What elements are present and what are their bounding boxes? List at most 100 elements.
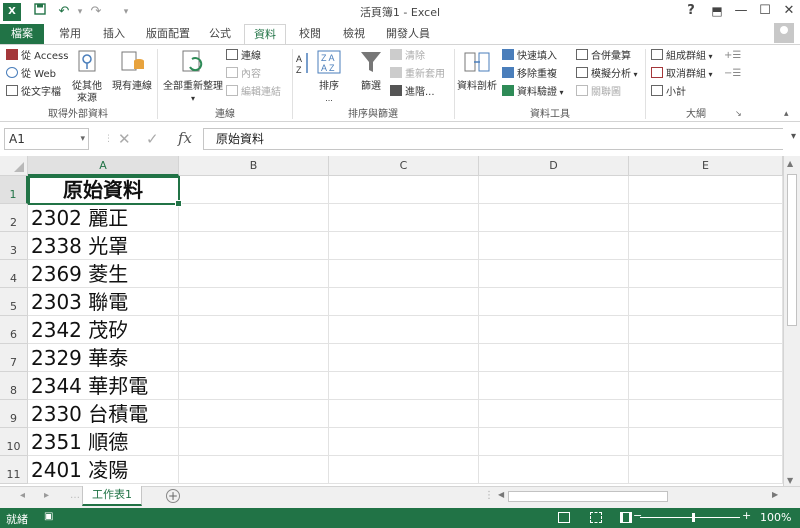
- tab-view[interactable]: 檢視: [334, 24, 374, 44]
- cell[interactable]: 2329 華泰: [28, 344, 179, 372]
- enter-entry-icon[interactable]: ✓: [146, 130, 159, 148]
- tab-home[interactable]: 常用: [50, 24, 90, 44]
- tab-review[interactable]: 校閱: [290, 24, 330, 44]
- horizontal-scroll-thumb[interactable]: [508, 491, 668, 502]
- reapply-button[interactable]: 重新套用: [390, 67, 445, 82]
- cell[interactable]: 2369 菱生: [28, 260, 179, 288]
- cell[interactable]: [479, 344, 629, 372]
- sort-button[interactable]: Z AA Z 排序 ...: [314, 49, 344, 105]
- select-all-button[interactable]: [0, 156, 28, 176]
- from-other-sources-button[interactable]: 從其他 來源: [70, 49, 104, 105]
- hide-detail-button[interactable]: −☰: [724, 67, 741, 81]
- cell[interactable]: [479, 288, 629, 316]
- row-header[interactable]: 2: [0, 204, 28, 232]
- cell[interactable]: [629, 316, 783, 344]
- remove-duplicates-button[interactable]: 移除重複: [502, 67, 557, 82]
- advanced-filter-button[interactable]: 進階...: [390, 85, 435, 100]
- vertical-scrollbar[interactable]: ▲ ▼: [783, 156, 800, 486]
- cell[interactable]: 2401 凌陽: [28, 456, 179, 484]
- cell[interactable]: [629, 288, 783, 316]
- cell[interactable]: [329, 204, 479, 232]
- cell[interactable]: [479, 400, 629, 428]
- tab-split-handle-icon[interactable]: ⋮: [484, 490, 494, 501]
- cell[interactable]: [179, 204, 329, 232]
- cell[interactable]: [179, 260, 329, 288]
- cell[interactable]: 2351 順德: [28, 428, 179, 456]
- consolidate-button[interactable]: 合併彙算: [576, 49, 631, 64]
- cell[interactable]: [479, 372, 629, 400]
- cell[interactable]: [479, 176, 629, 204]
- cancel-entry-icon[interactable]: ✕: [118, 130, 131, 148]
- tab-page-layout[interactable]: 版面配置: [140, 24, 196, 44]
- cell[interactable]: [179, 232, 329, 260]
- row-header[interactable]: 4: [0, 260, 28, 288]
- cell[interactable]: [329, 232, 479, 260]
- cell[interactable]: 2302 麗正: [28, 204, 179, 232]
- cell[interactable]: [629, 204, 783, 232]
- outline-dialog-launcher-icon[interactable]: ↘: [735, 107, 742, 121]
- from-text-button[interactable]: 從文字檔: [6, 85, 61, 100]
- cell[interactable]: [629, 372, 783, 400]
- cell[interactable]: [629, 176, 783, 204]
- zoom-slider-thumb[interactable]: [692, 513, 695, 522]
- row-header[interactable]: 10: [0, 428, 28, 456]
- show-detail-button[interactable]: +☰: [724, 49, 741, 63]
- cell[interactable]: [179, 176, 329, 204]
- sort-a-to-z-button[interactable]: AZ: [294, 51, 312, 89]
- row-header[interactable]: 6: [0, 316, 28, 344]
- add-sheet-button[interactable]: +: [166, 489, 180, 503]
- cell[interactable]: [329, 316, 479, 344]
- close-button[interactable]: ✕: [778, 2, 800, 20]
- row-header[interactable]: 7: [0, 344, 28, 372]
- cell[interactable]: [179, 372, 329, 400]
- cell[interactable]: [329, 456, 479, 484]
- column-header[interactable]: B: [179, 156, 329, 176]
- refresh-all-button[interactable]: 全部重新整理 ▾: [162, 49, 224, 105]
- cell[interactable]: [329, 176, 479, 204]
- zoom-slider[interactable]: [640, 517, 740, 518]
- page-layout-view-icon[interactable]: [590, 512, 602, 523]
- cell[interactable]: 2330 台積電: [28, 400, 179, 428]
- cell[interactable]: [629, 232, 783, 260]
- ribbon-display-options-button[interactable]: ⬒: [706, 2, 728, 20]
- row-header[interactable]: 1: [0, 176, 28, 204]
- text-to-columns-button[interactable]: 資料剖析: [456, 49, 498, 93]
- collapse-ribbon-icon[interactable]: ▴: [784, 107, 789, 121]
- relationships-button[interactable]: 關聯圖: [576, 85, 621, 100]
- expand-formula-bar-icon[interactable]: ▾: [791, 131, 796, 142]
- tab-developer[interactable]: 開發人員: [380, 24, 436, 44]
- tab-data[interactable]: 資料: [244, 24, 286, 44]
- macro-record-icon[interactable]: ▣: [44, 511, 53, 522]
- row-header[interactable]: 9: [0, 400, 28, 428]
- column-header[interactable]: C: [329, 156, 479, 176]
- next-sheet-icon[interactable]: ▸: [44, 490, 49, 501]
- cell[interactable]: [179, 428, 329, 456]
- cell[interactable]: [479, 204, 629, 232]
- from-access-button[interactable]: 從 Access: [6, 49, 68, 64]
- cell[interactable]: [629, 456, 783, 484]
- cell[interactable]: [179, 400, 329, 428]
- cell[interactable]: [329, 260, 479, 288]
- cell[interactable]: [479, 428, 629, 456]
- horizontal-scrollbar[interactable]: ◀ ▶: [496, 490, 782, 504]
- maximize-button[interactable]: ☐: [754, 2, 776, 20]
- cell[interactable]: [179, 456, 329, 484]
- data-validation-button[interactable]: 資料驗證 ▾: [502, 85, 564, 100]
- cell[interactable]: [329, 372, 479, 400]
- zoom-out-button[interactable]: −: [633, 509, 642, 522]
- row-header[interactable]: 3: [0, 232, 28, 260]
- cell[interactable]: 2344 華邦電: [28, 372, 179, 400]
- clear-filter-button[interactable]: 清除: [390, 49, 425, 64]
- row-header[interactable]: 8: [0, 372, 28, 400]
- properties-button[interactable]: 內容: [226, 67, 261, 82]
- cell[interactable]: [179, 288, 329, 316]
- cell[interactable]: [179, 316, 329, 344]
- previous-sheet-icon[interactable]: ◂: [20, 490, 25, 501]
- scroll-up-icon[interactable]: ▲: [787, 159, 793, 168]
- flash-fill-button[interactable]: 快速填入: [502, 49, 557, 64]
- normal-view-icon[interactable]: [558, 512, 570, 523]
- zoom-level[interactable]: 100%: [760, 511, 791, 524]
- column-header[interactable]: E: [629, 156, 783, 176]
- cell[interactable]: [329, 344, 479, 372]
- formula-input[interactable]: 原始資料: [203, 128, 783, 150]
